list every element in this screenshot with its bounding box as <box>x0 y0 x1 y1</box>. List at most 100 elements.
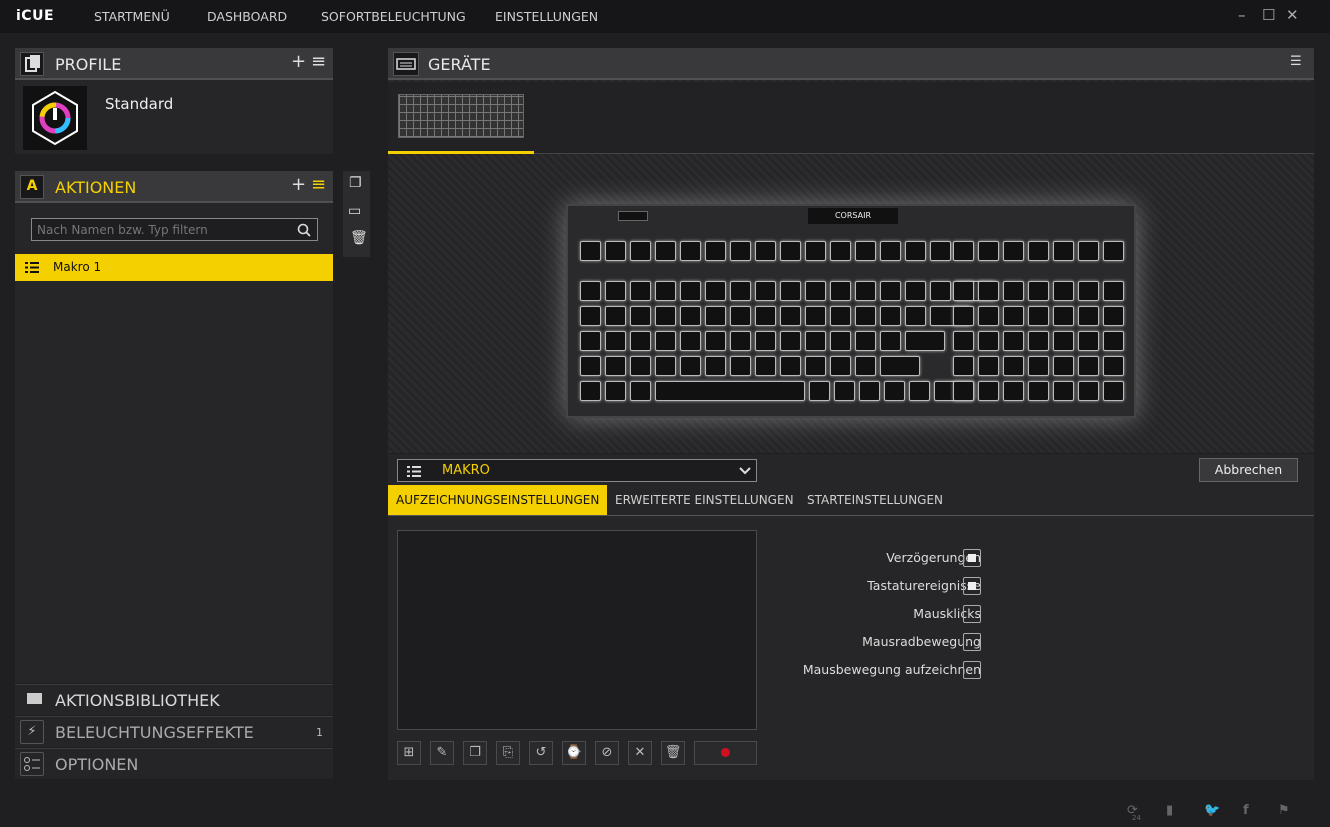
keyboard-key <box>905 306 926 326</box>
media-buttons <box>618 211 648 221</box>
cancel-button[interactable]: Abbrechen <box>1199 458 1298 482</box>
keyboard-key <box>880 281 901 301</box>
keyboard-key <box>953 381 974 401</box>
keyboard-key <box>730 356 751 376</box>
keyboard-key <box>1053 381 1074 401</box>
add-profile-icon[interactable]: + <box>291 51 306 72</box>
keyboard-key <box>680 241 701 261</box>
keyboard-key <box>705 356 726 376</box>
keyboard-key <box>655 356 676 376</box>
keyboard-key <box>1103 281 1124 301</box>
mausklicks-checkbox[interactable] <box>963 605 981 623</box>
filter-box[interactable] <box>31 218 318 241</box>
filter-input[interactable] <box>32 219 282 241</box>
mausradbewegung-checkbox[interactable] <box>963 633 981 651</box>
keyboard-key <box>730 306 751 326</box>
keyboard-key <box>880 306 901 326</box>
macro-event-list[interactable] <box>397 530 757 730</box>
tab-divider <box>388 515 1314 516</box>
add-event-icon[interactable]: ⊞ <box>397 741 421 765</box>
clear-icon[interactable]: ✕ <box>628 741 652 765</box>
remove-delays-icon[interactable]: ⊘ <box>595 741 619 765</box>
copy-icon[interactable]: ❐ <box>349 175 362 191</box>
keyboard-key <box>680 356 701 376</box>
keyboard-key <box>1028 356 1049 376</box>
keyboard-key <box>830 356 851 376</box>
tab-erweiterte-einstellungen[interactable]: ERWEITERTE EINSTELLUNGEN <box>607 485 802 515</box>
close-button[interactable]: ✕ <box>1286 6 1299 24</box>
copy-event-icon[interactable]: ❐ <box>463 741 487 765</box>
keyboard-key <box>780 306 801 326</box>
keyboard-key <box>655 381 805 401</box>
device-thumbnail[interactable] <box>388 82 534 154</box>
lightning-icon: ⚡ <box>20 720 44 744</box>
add-action-icon[interactable]: + <box>291 174 306 195</box>
keyboard-key <box>1078 356 1099 376</box>
profile-title: PROFILE <box>55 55 122 74</box>
keyboard-key <box>834 381 855 401</box>
maximize-button[interactable]: ☐ <box>1262 6 1275 24</box>
search-icon[interactable] <box>297 223 311 237</box>
keyboard-image[interactable]: CORSAIR <box>566 204 1136 418</box>
keyboard-key <box>1053 241 1074 261</box>
device-strip <box>388 82 1314 154</box>
delete-icon[interactable]: 🗑 <box>661 741 685 765</box>
tastaturereignisse-checkbox[interactable] <box>963 577 981 595</box>
nav-dashboard[interactable]: DASHBOARD <box>207 9 287 24</box>
corsair-sail-icon[interactable]: ⚑ <box>1278 803 1290 818</box>
keyboard-key <box>805 306 826 326</box>
keyboard-key <box>780 356 801 376</box>
nav-startmenu[interactable]: STARTMENÜ <box>94 9 170 24</box>
keyboard-key <box>1028 241 1049 261</box>
tab-aufzeichnungseinstellungen[interactable]: AUFZEICHNUNGSEINSTELLUNGEN <box>388 485 608 515</box>
keyboard-thumbnail-image <box>398 94 524 138</box>
mausbewegung-checkbox[interactable] <box>963 661 981 679</box>
chat-icon[interactable]: ▮ <box>1166 803 1173 818</box>
keyboard-key <box>930 281 951 301</box>
keyboard-key <box>805 331 826 351</box>
nav-sofortbeleuchtung[interactable]: SOFORTBELEUCHTUNG <box>321 9 466 24</box>
keyboard-key <box>705 241 726 261</box>
action-item[interactable]: Makro 1 <box>15 254 333 281</box>
effects-count: 1 <box>316 726 323 739</box>
keyboard-key <box>780 281 801 301</box>
device-menu-icon[interactable]: ☰ <box>1290 54 1302 69</box>
record-button[interactable] <box>694 741 757 765</box>
verzoegerungen-checkbox[interactable] <box>963 549 981 567</box>
keyboard-key <box>978 241 999 261</box>
macro-type-select[interactable]: MAKRO <box>397 459 757 482</box>
facebook-icon[interactable]: f <box>1243 803 1249 818</box>
keyboard-key <box>830 331 851 351</box>
keyboard-key <box>884 381 905 401</box>
keyboard-key <box>755 331 776 351</box>
keyboard-key <box>855 281 876 301</box>
folder-add-icon[interactable]: ▭ <box>348 203 361 219</box>
profile-name[interactable]: Standard <box>105 95 173 113</box>
trash-icon[interactable]: 🗑 <box>350 230 368 246</box>
undo-icon[interactable]: ↺ <box>529 741 553 765</box>
keyboard-key <box>630 306 651 326</box>
nav-einstellungen[interactable]: EINSTELLUNGEN <box>495 9 598 24</box>
profile-avatar[interactable] <box>23 86 87 150</box>
optionen-section[interactable]: OPTIONEN <box>15 748 333 779</box>
beleuchtungseffekte-section[interactable]: ⚡ BELEUCHTUNGSEFFEKTE 1 <box>15 716 333 747</box>
macro-panel: MAKRO Abbrechen AUFZEICHNUNGSEINSTELLUNG… <box>388 454 1314 780</box>
keyboard-key <box>755 356 776 376</box>
paste-event-icon[interactable]: ⎘ <box>496 741 520 765</box>
minimize-button[interactable]: – <box>1238 6 1246 24</box>
keyboard-key <box>730 331 751 351</box>
aktionsbibliothek-section[interactable]: AKTIONSBIBLIOTHEK <box>15 684 333 715</box>
keyboard-key <box>953 281 974 301</box>
actions-menu-icon[interactable]: ≡ <box>311 174 326 195</box>
keyboard-key <box>605 281 626 301</box>
twitter-icon[interactable]: 🐦 <box>1204 803 1220 818</box>
actions-title: AKTIONEN <box>55 178 137 197</box>
keyboard-key <box>1003 306 1024 326</box>
insert-delay-icon[interactable]: ⌚ <box>562 741 586 765</box>
keyboard-key <box>755 306 776 326</box>
profile-menu-icon[interactable]: ≡ <box>311 51 326 72</box>
profile-header: PROFILE + ≡ <box>15 48 333 80</box>
tab-starteinstellungen[interactable]: STARTEINSTELLUNGEN <box>799 485 951 515</box>
edit-icon[interactable]: ✎ <box>430 741 454 765</box>
keyboard-key <box>580 306 601 326</box>
